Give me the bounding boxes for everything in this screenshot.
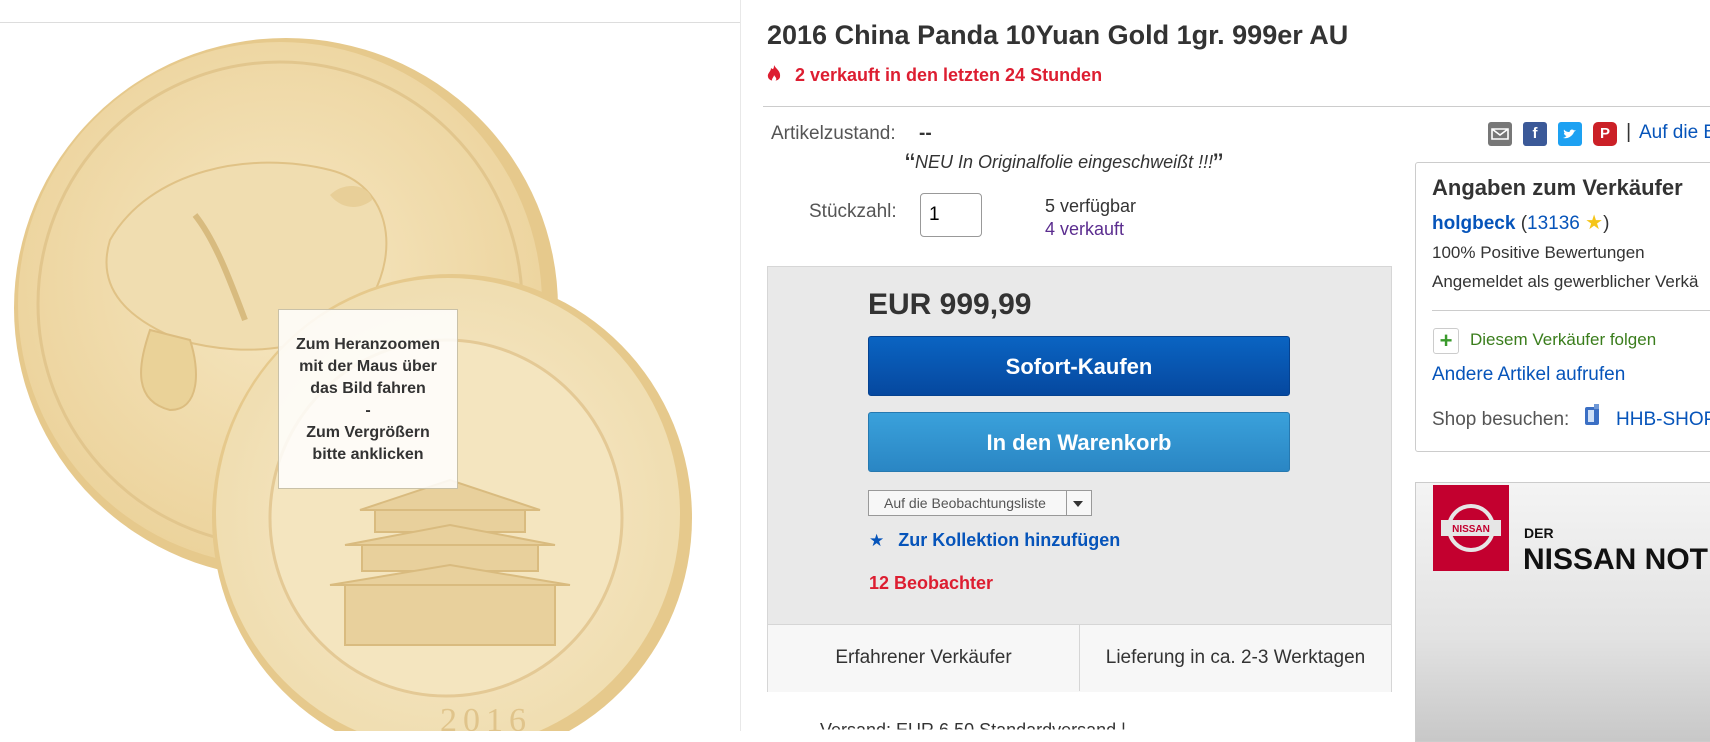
collection-label[interactable]: Zur Kollektion hinzufügen (898, 530, 1120, 550)
star-icon: ★ (1585, 212, 1604, 234)
zoom-hint-line: Zum Vergrößern (306, 424, 430, 441)
price: EUR 999,99 (868, 288, 1032, 321)
other-items-link[interactable]: Andere Artikel aufrufen (1432, 364, 1625, 386)
condition-note-text: NEU In Originalfolie eingeschweißt !!! (915, 152, 1214, 172)
share-separator: | (1626, 121, 1632, 143)
nissan-logo[interactable]: NISSAN (1433, 485, 1509, 571)
quantity-input[interactable] (920, 193, 982, 237)
zoom-hint-line: das Bild fahren (310, 380, 426, 397)
zoom-hint-line: - (365, 402, 371, 419)
watchlist-label[interactable]: Auf die Beobachtungsliste (869, 495, 1046, 511)
condition-value: -- (919, 123, 932, 144)
buy-now-button[interactable]: Sofort-Kaufen (868, 336, 1290, 396)
twitter-share-icon[interactable] (1558, 122, 1582, 146)
ad-small-text: DER (1524, 525, 1554, 541)
zoom-hint-line: mit der Maus über (299, 358, 437, 375)
zoom-hint-line: bitte anklicken (312, 446, 424, 463)
seller-name[interactable]: holgbeck (1432, 213, 1515, 234)
coin-inscription: 2016 (440, 702, 532, 731)
follow-seller-link[interactable]: Diesem Verkäufer folgen (1470, 330, 1656, 350)
svg-text:NISSAN: NISSAN (1452, 524, 1490, 535)
plus-icon[interactable]: + (1433, 328, 1459, 354)
feature-experienced-seller: Erfahrener Verkäufer (835, 647, 1012, 668)
add-to-collection-link[interactable]: ★ Zur Kollektion hinzufügen (869, 530, 1120, 551)
ad-headline: NISSAN NOT (1523, 543, 1709, 576)
positive-feedback: 100% Positive Bewertungen (1432, 243, 1645, 262)
quantity-label: Stückzahl: (809, 201, 897, 222)
available-count: 5 verfügbar (1045, 196, 1137, 216)
shop-link[interactable]: HHB-SHOP (1616, 409, 1710, 431)
close-paren: ) (1603, 213, 1610, 234)
envelope-icon (1491, 128, 1509, 140)
nissan-logo-icon: NISSAN (1441, 504, 1501, 552)
seller-registration: Angemeldet als gewerblicher Verkä (1432, 272, 1699, 291)
sold-recent: 2 verkauft in den letzten 24 Stunden (765, 64, 1102, 86)
item-image[interactable]: 2016 Zum Heranzoomen mit der Maus über d… (0, 0, 740, 731)
item-title: 2016 China Panda 10Yuan Gold 1gr. 999er … (767, 20, 1349, 50)
bird-icon (1563, 129, 1576, 139)
condition-label: Artikelzustand: (771, 123, 896, 144)
email-share-icon[interactable] (1488, 122, 1512, 146)
star-icon: ★ (869, 531, 885, 550)
pinterest-share-icon[interactable]: P (1593, 122, 1617, 146)
zoom-hint-line: Zum Heranzoomen (295, 336, 440, 353)
panda-arm (140, 328, 197, 412)
seller-name-row: holgbeck (13136 ★) (1432, 210, 1609, 235)
watchlist-link[interactable]: Auf die B (1639, 122, 1710, 144)
feedback-count[interactable]: 13136 (1527, 213, 1580, 234)
zoom-hint: Zum Heranzoomen mit der Maus über das Bi… (278, 309, 458, 489)
sold-recent-text: 2 verkauft in den letzten 24 Stunden (795, 65, 1103, 85)
seller-heading: Angaben zum Verkäufer (1432, 175, 1683, 200)
add-to-cart-button[interactable]: In den Warenkorb (868, 412, 1290, 472)
feature-delivery: Lieferung in ca. 2-3 Werktagen (1105, 647, 1366, 668)
watchers-count: 12 Beobachter (869, 573, 994, 593)
condition-note: “NEU In Originalfolie eingeschweißt !!!” (905, 148, 1224, 181)
store-icon (1585, 404, 1599, 425)
watchlist-dropdown[interactable]: Auf die Beobachtungsliste (868, 490, 1092, 516)
title-divider (763, 106, 1710, 107)
facebook-share-icon[interactable]: f (1523, 122, 1547, 146)
sold-count[interactable]: 4 verkauft (1045, 219, 1124, 240)
shop-label: Shop besuchen: (1432, 409, 1570, 430)
seller-divider (1432, 310, 1710, 311)
chevron-down-icon[interactable] (1066, 491, 1091, 515)
column-divider (740, 0, 741, 731)
flame-icon (767, 65, 781, 82)
